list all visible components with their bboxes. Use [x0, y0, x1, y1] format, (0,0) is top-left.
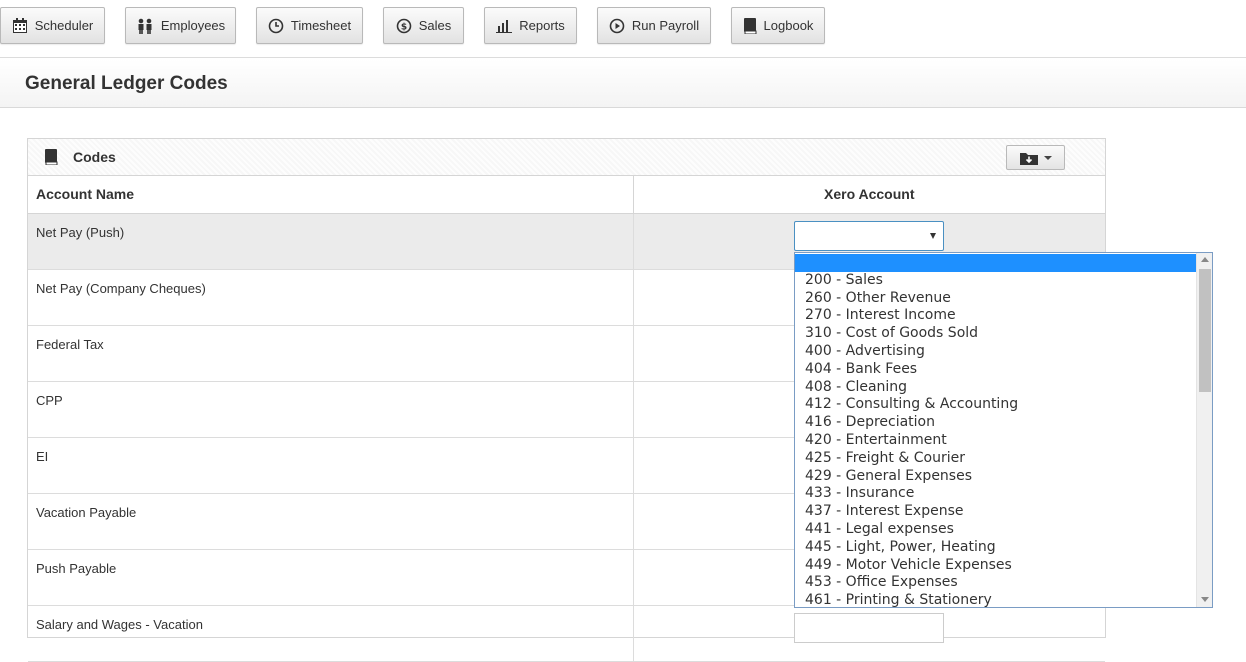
chevron-down-icon	[1043, 155, 1052, 160]
dropdown-option[interactable]: 310 - Cost of Goods Sold	[795, 325, 1196, 343]
run-payroll-button[interactable]: Run Payroll	[597, 7, 711, 44]
nav-label: Run Payroll	[631, 18, 700, 33]
dropdown-scrollbar[interactable]	[1196, 253, 1212, 607]
account-name-cell: Net Pay (Push)	[28, 213, 634, 270]
panel-header: Codes	[28, 139, 1105, 176]
account-name-cell: Federal Tax	[28, 325, 634, 382]
column-header-account-name: Account Name	[28, 176, 634, 214]
xero-account-options-list[interactable]: 200 - Sales 260 - Other Revenue 270 - Inte…	[794, 252, 1213, 608]
logbook-button[interactable]: Logbook	[731, 7, 825, 44]
dropdown-option-blank[interactable]	[795, 254, 1196, 272]
nav-label: Employees	[160, 18, 226, 33]
book-icon	[743, 17, 757, 34]
page-title: General Ledger Codes	[25, 73, 228, 94]
dropdown-option[interactable]: 408 - Cleaning	[795, 379, 1196, 397]
people-icon	[138, 18, 152, 34]
nav-label: Sales	[418, 18, 452, 33]
nav-label: Timesheet	[290, 18, 352, 33]
dropdown-option[interactable]: 400 - Advertising	[795, 343, 1196, 361]
top-navigation: Scheduler Employees Timesheet $ Sales Re…	[0, 0, 1246, 58]
xero-account-select[interactable]	[794, 613, 944, 643]
dropdown-option[interactable]: 445 - Light, Power, Heating	[795, 539, 1196, 557]
reports-button[interactable]: Reports	[484, 7, 577, 44]
timesheet-button[interactable]: Timesheet	[256, 7, 363, 44]
export-dropdown-button[interactable]	[1006, 145, 1065, 170]
title-bar: General Ledger Codes	[0, 59, 1246, 108]
dropdown-option[interactable]: 441 - Legal expenses	[795, 521, 1196, 539]
dropdown-option[interactable]: 461 - Printing & Stationery	[795, 592, 1196, 607]
employees-button[interactable]: Employees	[125, 7, 236, 44]
dropdown-option[interactable]: 449 - Motor Vehicle Expenses	[795, 557, 1196, 575]
dropdown-option[interactable]: 425 - Freight & Courier	[795, 450, 1196, 468]
svg-text:$: $	[401, 22, 407, 32]
book-icon	[45, 149, 58, 165]
chevron-down-icon	[930, 233, 936, 239]
calendar-icon	[12, 17, 27, 33]
dropdown-option[interactable]: 404 - Bank Fees	[795, 361, 1196, 379]
scroll-up-icon[interactable]	[1201, 257, 1209, 262]
dropdown-option[interactable]: 416 - Depreciation	[795, 414, 1196, 432]
dropdown-option[interactable]: 260 - Other Revenue	[795, 290, 1196, 308]
play-icon	[609, 18, 625, 33]
dropdown-option[interactable]: 412 - Consulting & Accounting	[795, 396, 1196, 414]
nav-label: Scheduler	[34, 18, 94, 33]
nav-label: Logbook	[763, 18, 814, 33]
dropdown-option[interactable]: 270 - Interest Income	[795, 307, 1196, 325]
dropdown-option[interactable]: 429 - General Expenses	[795, 468, 1196, 486]
scroll-down-icon[interactable]	[1201, 597, 1209, 602]
dropdown-option[interactable]: 433 - Insurance	[795, 485, 1196, 503]
dropdown-option[interactable]: 437 - Interest Expense	[795, 503, 1196, 521]
account-name-cell: Salary and Wages - Vacation	[28, 605, 634, 662]
scroll-thumb[interactable]	[1199, 269, 1211, 392]
folder-download-icon	[1019, 152, 1038, 165]
clock-icon	[268, 18, 284, 33]
account-name-cell: EI	[28, 437, 634, 494]
panel-title: Codes	[73, 149, 116, 165]
dollar-icon: $	[396, 18, 412, 33]
account-name-cell: Push Payable	[28, 549, 634, 606]
nav-label: Reports	[519, 18, 565, 33]
dropdown-option[interactable]: 420 - Entertainment	[795, 432, 1196, 450]
column-header-xero-account: Xero Account	[633, 176, 1105, 214]
scheduler-button[interactable]: Scheduler	[0, 7, 105, 44]
xero-account-select[interactable]	[794, 221, 944, 251]
dropdown-option[interactable]: 200 - Sales	[795, 272, 1196, 290]
account-name-cell: Vacation Payable	[28, 493, 634, 550]
bar-chart-icon	[496, 19, 513, 33]
sales-button[interactable]: $ Sales	[383, 7, 464, 44]
dropdown-option[interactable]: 453 - Office Expenses	[795, 574, 1196, 592]
account-name-cell: Net Pay (Company Cheques)	[28, 269, 634, 326]
account-name-cell: CPP	[28, 381, 634, 438]
